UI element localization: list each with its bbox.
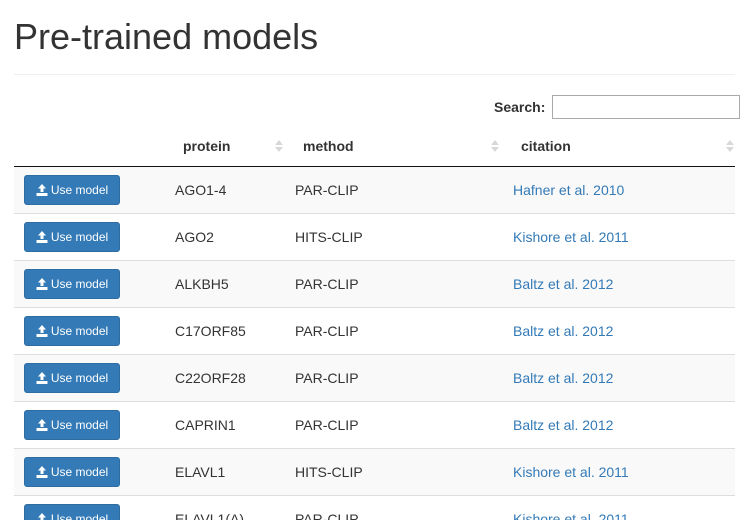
protein-cell: C22ORF28: [175, 370, 246, 386]
citation-link[interactable]: Kishore et al. 2011: [513, 496, 629, 520]
use-model-button-label: Use model: [50, 371, 109, 385]
use-model-button[interactable]: Use model: [24, 316, 120, 346]
title-divider: [14, 74, 735, 75]
page: Pre-trained models Search: protein metho…: [0, 0, 747, 520]
protein-cell: ALKBH5: [175, 276, 229, 292]
column-header-method[interactable]: method: [294, 127, 500, 166]
upload-icon: [37, 513, 46, 520]
use-model-button-label: Use model: [50, 230, 109, 244]
protein-cell: CAPRIN1: [175, 417, 236, 433]
use-model-button-label: Use model: [50, 324, 109, 338]
search-label: Search:: [494, 99, 546, 115]
method-cell: PAR-CLIP: [295, 182, 359, 198]
table-row: Use model ELAVL1(A) PAR-CLIP Kishore et …: [14, 496, 735, 520]
table-row: Use model CAPRIN1 PAR-CLIP Baltz et al. …: [14, 402, 735, 449]
citation-link[interactable]: Hafner et al. 2010: [513, 167, 624, 213]
column-header-citation[interactable]: citation: [512, 127, 735, 166]
column-header-label: method: [303, 138, 354, 154]
sort-both-icon: [726, 139, 735, 154]
page-title: Pre-trained models: [14, 16, 319, 57]
table-row: Use model C17ORF85 PAR-CLIP Baltz et al.…: [14, 308, 735, 355]
search-bar: Search:: [494, 95, 741, 119]
method-cell: HITS-CLIP: [295, 464, 363, 480]
upload-icon: [36, 466, 48, 478]
column-header-protein[interactable]: protein: [174, 127, 284, 166]
protein-cell: AGO2: [175, 229, 214, 245]
method-cell: PAR-CLIP: [295, 511, 359, 520]
column-header-label: protein: [183, 138, 231, 154]
upload-icon: [36, 372, 48, 384]
method-cell: HITS-CLIP: [295, 229, 363, 245]
table-row: Use model AGO2 HITS-CLIP Kishore et al. …: [14, 214, 735, 261]
upload-icon: [36, 231, 48, 243]
use-model-button-label: Use model: [50, 418, 109, 432]
use-model-button[interactable]: Use model: [24, 269, 120, 299]
sort-both-icon: [491, 139, 500, 154]
method-cell: PAR-CLIP: [295, 323, 359, 339]
table-row: Use model ELAVL1 HITS-CLIP Kishore et al…: [14, 449, 735, 496]
table-header: protein method citation: [14, 127, 735, 167]
protein-cell: ELAVL1: [175, 464, 226, 480]
upload-icon: [36, 419, 48, 431]
use-model-button[interactable]: Use model: [24, 222, 120, 252]
citation-link[interactable]: Kishore et al. 2011: [513, 449, 629, 495]
models-table: protein method citation Use model AGO1-4…: [14, 127, 735, 520]
use-model-button[interactable]: Use model: [24, 457, 120, 487]
citation-link[interactable]: Kishore et al. 2011: [513, 214, 629, 260]
use-model-button-label: Use model: [50, 277, 109, 291]
citation-link[interactable]: Baltz et al. 2012: [513, 355, 613, 401]
use-model-button[interactable]: Use model: [24, 175, 120, 205]
upload-icon: [36, 184, 48, 196]
use-model-button[interactable]: Use model: [24, 504, 120, 520]
use-model-button[interactable]: Use model: [24, 410, 120, 440]
method-cell: PAR-CLIP: [295, 276, 359, 292]
upload-icon: [36, 325, 48, 337]
citation-link[interactable]: Baltz et al. 2012: [513, 261, 613, 307]
citation-link[interactable]: Baltz et al. 2012: [513, 308, 613, 354]
use-model-button[interactable]: Use model: [24, 363, 120, 393]
column-header-label: citation: [521, 138, 571, 154]
table-row: Use model ALKBH5 PAR-CLIP Baltz et al. 2…: [14, 261, 735, 308]
upload-icon: [36, 278, 48, 290]
citation-link[interactable]: Baltz et al. 2012: [513, 402, 613, 448]
protein-cell: AGO1-4: [175, 182, 227, 198]
search-input[interactable]: [552, 95, 741, 119]
method-cell: PAR-CLIP: [295, 417, 359, 433]
table-row: Use model C22ORF28 PAR-CLIP Baltz et al.…: [14, 355, 735, 402]
use-model-button-label: Use model: [50, 512, 109, 520]
use-model-button-label: Use model: [50, 465, 109, 479]
method-cell: PAR-CLIP: [295, 370, 359, 386]
protein-cell: C17ORF85: [175, 323, 246, 339]
use-model-button-label: Use model: [50, 183, 109, 197]
sort-both-icon: [275, 139, 284, 154]
protein-cell: ELAVL1(A): [175, 511, 244, 520]
table-body: Use model AGO1-4 PAR-CLIP Hafner et al. …: [14, 167, 735, 520]
table-row: Use model AGO1-4 PAR-CLIP Hafner et al. …: [14, 167, 735, 214]
